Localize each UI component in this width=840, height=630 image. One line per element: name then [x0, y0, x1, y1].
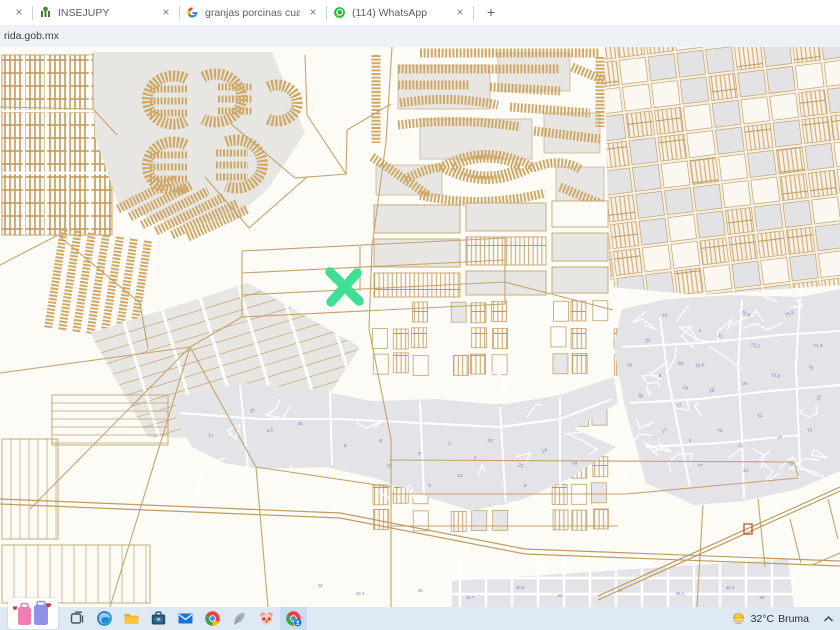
mail-button[interactable] — [172, 607, 199, 630]
hazy-sun-icon — [731, 611, 746, 626]
task-view-button[interactable] — [64, 607, 91, 630]
parcel-number-label: 42 — [557, 593, 563, 598]
tab-title: (114) WhatsApp — [352, 7, 427, 19]
insejupy-favicon — [39, 6, 52, 19]
taskbar-tray: 32°C Bruma — [731, 607, 840, 630]
paint-button[interactable] — [226, 607, 253, 630]
whatsapp-favicon — [333, 6, 346, 19]
screen: × INSEJUPY × granjas porcinas cu — [0, 0, 840, 630]
tab-insejupy[interactable]: INSEJUPY × — [33, 0, 179, 25]
cadastral-map[interactable]: 254.545689244323143421817265257541175.47… — [0, 47, 840, 607]
briefcase-icon — [150, 610, 167, 627]
tab-title: granjas porcinas cuanta distan… — [205, 7, 300, 19]
taskbar-icons — [64, 607, 307, 630]
chrome-profile-button[interactable] — [280, 607, 307, 630]
parcel-number-label: 77 — [697, 463, 703, 469]
tab-separator — [473, 6, 474, 20]
parcel-number-label: 42.4 — [726, 585, 735, 590]
tab-title: INSEJUPY — [58, 7, 109, 19]
chrome-icon — [204, 610, 221, 627]
parcel-number-label: 4 — [699, 328, 702, 334]
parcel-number-label: 45 — [759, 595, 765, 600]
tab-google-search[interactable]: granjas porcinas cuanta distan… × — [180, 0, 326, 25]
tab-strip: × INSEJUPY × granjas porcinas cu — [0, 0, 840, 25]
paint-feather-icon — [231, 610, 248, 627]
mail-icon — [177, 610, 194, 627]
close-icon[interactable]: × — [159, 6, 173, 20]
file-explorer-icon — [123, 610, 140, 627]
parcel-number-label: 45 — [417, 588, 423, 593]
tab-whatsapp[interactable]: (114) WhatsApp × — [327, 0, 473, 25]
briefcase-button[interactable] — [145, 607, 172, 630]
parcel-number-label: 45 — [297, 421, 303, 427]
parcel-number-label: 43.4 — [356, 591, 365, 596]
edge-icon — [96, 610, 113, 627]
edge-button[interactable] — [91, 607, 118, 630]
parcel-number-label: 45.6 — [516, 585, 525, 590]
close-icon[interactable]: × — [306, 6, 320, 20]
parcel-number-label: 75 — [717, 428, 723, 434]
parcel-number-label: 45.2 — [676, 591, 685, 596]
browser-chrome: × INSEJUPY × granjas porcinas cu — [0, 0, 840, 47]
luggage-stickers-icon — [8, 598, 58, 629]
character-button[interactable] — [253, 607, 280, 630]
parcel-number-label: 21 — [457, 473, 463, 479]
close-icon[interactable]: × — [453, 6, 467, 20]
character-icon — [258, 610, 275, 627]
file-explorer-button[interactable] — [118, 607, 145, 630]
tab-active-partial[interactable]: × — [0, 0, 32, 25]
taskbar: 32°C Bruma — [0, 607, 840, 630]
parcel-number-label: 8 — [659, 373, 662, 379]
task-view-icon — [70, 611, 85, 626]
ejido-region-right: 257541175.475.875.68293677282673.8752732… — [614, 289, 840, 505]
parcel-number-label: 26 — [742, 381, 748, 387]
parcel-number-label: 42.7 — [466, 595, 475, 600]
close-icon[interactable]: × — [12, 6, 26, 20]
new-tab-button[interactable]: + — [482, 4, 500, 22]
weather-condition[interactable]: Bruma — [778, 613, 809, 625]
weather-temp[interactable]: 32°C — [751, 613, 774, 625]
url-text[interactable]: rida.gob.mx — [0, 30, 59, 42]
google-favicon — [186, 6, 199, 19]
show-hidden-icons-chevron[interactable] — [823, 615, 834, 623]
chrome-button[interactable] — [199, 607, 226, 630]
chrome-profile-icon — [285, 610, 302, 627]
toolbar: rida.gob.mx — [0, 25, 840, 48]
parcel-number-label: 42 — [317, 583, 323, 588]
parcel-number-label: 71.8 — [813, 343, 823, 349]
